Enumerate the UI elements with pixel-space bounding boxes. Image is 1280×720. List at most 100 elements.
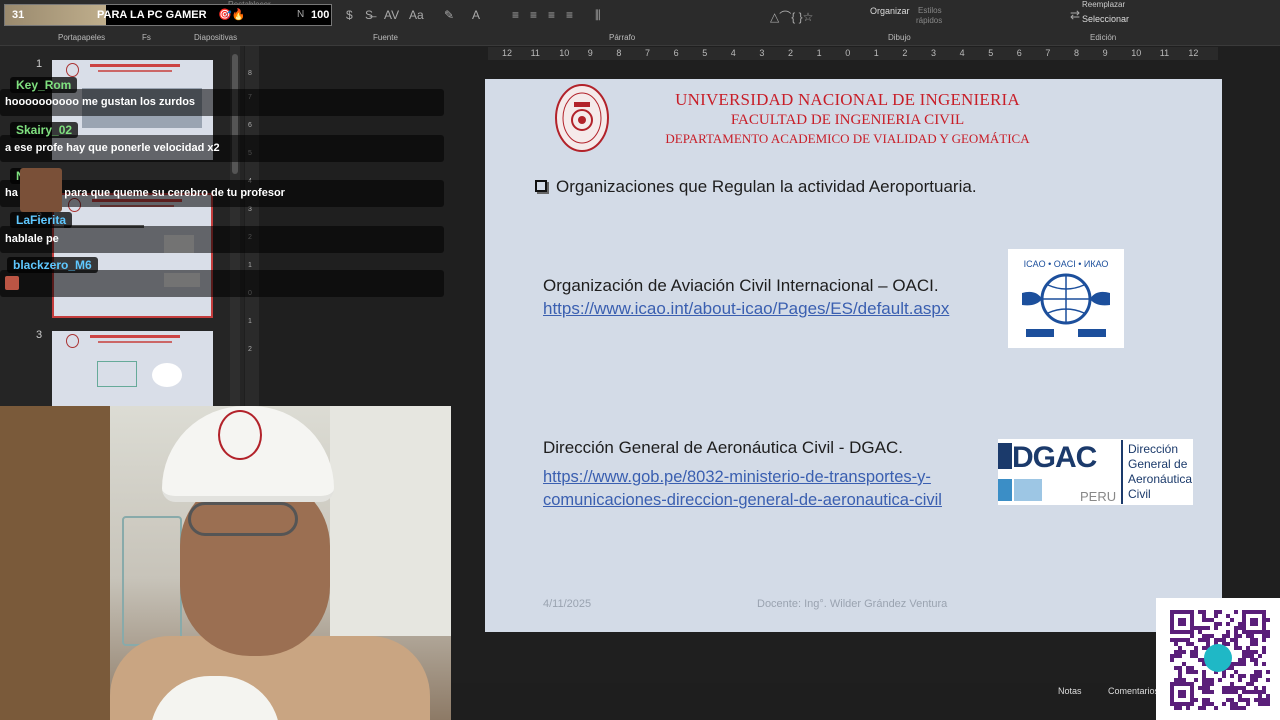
dgac-mark-icon	[1014, 479, 1042, 501]
strikethrough-icon[interactable]: S̶	[365, 8, 373, 22]
comments-button[interactable]: Comentarios	[1108, 686, 1159, 696]
ruler-tick: 8	[1074, 48, 1080, 58]
chat-avatar	[20, 168, 62, 212]
chat-message-row	[0, 270, 444, 297]
dgac-logo-country: PERU	[1080, 489, 1117, 504]
shapes-icon[interactable]: △⌒{ }☆	[770, 8, 813, 25]
replace-button[interactable]: Reemplazar	[1082, 0, 1125, 9]
columns-icon[interactable]: ⫼	[595, 8, 601, 23]
group-diapositivas: Diapositivas	[194, 33, 238, 42]
dgac-name: Dirección General de Aeronáutica Civil -…	[543, 438, 903, 457]
ruler-tick: 11	[1159, 48, 1170, 58]
align-center-icon[interactable]: ≡	[530, 8, 537, 22]
dgac-side-line: General de	[1128, 457, 1188, 471]
ruler-tick: 11	[530, 48, 540, 58]
select-button[interactable]: Seleccionar	[1082, 14, 1129, 24]
align-right-icon[interactable]: ≡	[548, 8, 555, 22]
ruler-tick: 1	[816, 48, 822, 58]
checkbox-bullet-icon	[535, 180, 547, 192]
chat-message: a ese profe hay que ponerle velocidad x2	[5, 142, 220, 154]
ruler-tick: 3	[931, 48, 937, 58]
yape-qr-code	[1156, 598, 1280, 720]
chat-username: Skairy_02	[10, 122, 79, 138]
ruler-tick: 3	[759, 48, 765, 58]
icao-emblem-icon: ICAO • OACI • ИКАО	[1022, 259, 1110, 337]
department-title: DEPARTAMENTO ACADEMICO DE VIALIDAD Y GEO…	[665, 131, 1030, 146]
faculty-title: FACULTAD DE INGENIERIA CIVIL	[730, 112, 965, 128]
ruler-tick: 2	[788, 48, 794, 58]
ruler-tick: 7	[645, 48, 651, 58]
ruler-tick: 1	[248, 262, 252, 269]
justify-icon[interactable]: ≡	[566, 8, 573, 22]
dgac-mark-icon	[998, 479, 1012, 501]
ruler-tick: 3	[248, 206, 252, 213]
ruler-tick: 10	[1131, 48, 1142, 58]
dgac-side-line: Aeronáutica	[1128, 472, 1193, 486]
ruler-tick: 4	[730, 48, 736, 58]
align-left-icon[interactable]: ≡	[512, 8, 519, 22]
replace-icon[interactable]: ⇄	[1070, 8, 1080, 22]
goal-title: PARA LA PC GAMER	[97, 9, 207, 21]
chat-message-row: ha regunta para que queme su cerebro de …	[0, 180, 444, 207]
slide-canvas[interactable]: UNIVERSIDAD NACIONAL DE INGENIERIA FACUL…	[485, 79, 1222, 632]
notes-button[interactable]: Notas	[1058, 686, 1082, 696]
currency-icon[interactable]: $	[346, 8, 353, 22]
ruler-tick: 8	[248, 70, 252, 77]
stream-goal-bar: 31 PARA LA PC GAMER 🎯🔥 N 100	[4, 4, 332, 26]
chat-message: hablale pe	[5, 233, 59, 245]
ruler-tick: 4	[959, 48, 965, 58]
group-edicion: Edición	[1090, 33, 1117, 42]
icao-logo: ICAO • OACI • ИКАО	[1008, 249, 1124, 348]
ruler-tick: 6	[248, 122, 252, 129]
dgac-mark-icon	[998, 443, 1012, 469]
oaci-link[interactable]: https://www.icao.int/about-icao/Pages/ES…	[543, 299, 949, 319]
spacing-icon[interactable]: AV	[384, 8, 399, 22]
ruler-tick: 12	[1188, 48, 1199, 58]
ruler-tick: 9	[587, 48, 593, 58]
highlight-icon[interactable]: ✎	[444, 8, 454, 22]
group-parrafo: Párrafo	[609, 33, 636, 42]
dgac-link-line1[interactable]: https://www.gob.pe/8032-ministerio-de-tr…	[543, 468, 931, 487]
thumbnail-slide-3[interactable]	[52, 331, 213, 406]
thumb-subtitle-bar	[98, 70, 172, 72]
estilos-rapidos-label: rápidos	[916, 16, 943, 25]
ruler-tick: 6	[673, 48, 679, 58]
thumb-number: 1	[36, 58, 43, 70]
chat-message-row: hablale pe	[0, 226, 444, 253]
qr-code-icon	[1170, 610, 1270, 710]
goal-fire-icon: 🎯🔥	[218, 9, 246, 21]
horizontal-ruler: 12 11 10 9 8 7 6 5 4 3 2 1 0 1 2 3 4 5 6 7 8 9 10 11 12	[488, 47, 1218, 60]
thumb-logo-icon	[66, 334, 79, 348]
ruler-tick: 5	[988, 48, 994, 58]
goal-target-count: 100	[311, 9, 330, 21]
ruler-tick: 1	[248, 318, 252, 325]
dgac-logo-side: Dirección General de Aeronáutica Civil	[1128, 442, 1192, 502]
estilos-button[interactable]: Estilos	[918, 6, 942, 15]
ruler-tick: 12	[502, 48, 513, 58]
group-fuente: Fuente	[373, 33, 398, 42]
thumbnail-slide-2-selected[interactable]	[52, 193, 213, 318]
dgac-divider	[1121, 440, 1123, 504]
university-title: UNIVERSIDAD NACIONAL DE INGENIERIA	[675, 90, 1020, 109]
ruler-tick: 9	[1102, 48, 1108, 58]
chat-username: blackzero_M6	[7, 257, 98, 273]
goal-current-count: 31	[12, 9, 25, 21]
dgac-logo-main: DGAC	[1012, 441, 1097, 474]
chat-message-row: a ese profe hay que ponerle velocidad x2	[0, 135, 444, 162]
webcam-glasses	[188, 502, 298, 536]
thumb-number: 3	[36, 329, 43, 341]
slide-footer-date: 4/11/2025	[543, 598, 592, 610]
dgac-link-line2[interactable]: comunicaciones-direccion-general-de-aero…	[543, 491, 942, 510]
organizar-button[interactable]: Organizar	[870, 6, 910, 16]
case-icon[interactable]: Aa	[409, 8, 424, 22]
webcam-rack	[122, 516, 182, 646]
ruler-tick: 6	[1016, 48, 1022, 58]
group-portapapeles: Portapapeles	[58, 33, 106, 42]
thumb-subtitle-bar	[98, 341, 172, 343]
goal-letter: N	[297, 9, 305, 20]
group-fs: Fs	[142, 33, 151, 42]
font-color-icon[interactable]: A	[472, 8, 480, 22]
icao-logo-text: ICAO • OACI • ИКАО	[1024, 259, 1109, 269]
oaci-name: Organización de Aviación Civil Internaci…	[543, 276, 939, 295]
dgac-side-line: Dirección	[1128, 442, 1179, 456]
